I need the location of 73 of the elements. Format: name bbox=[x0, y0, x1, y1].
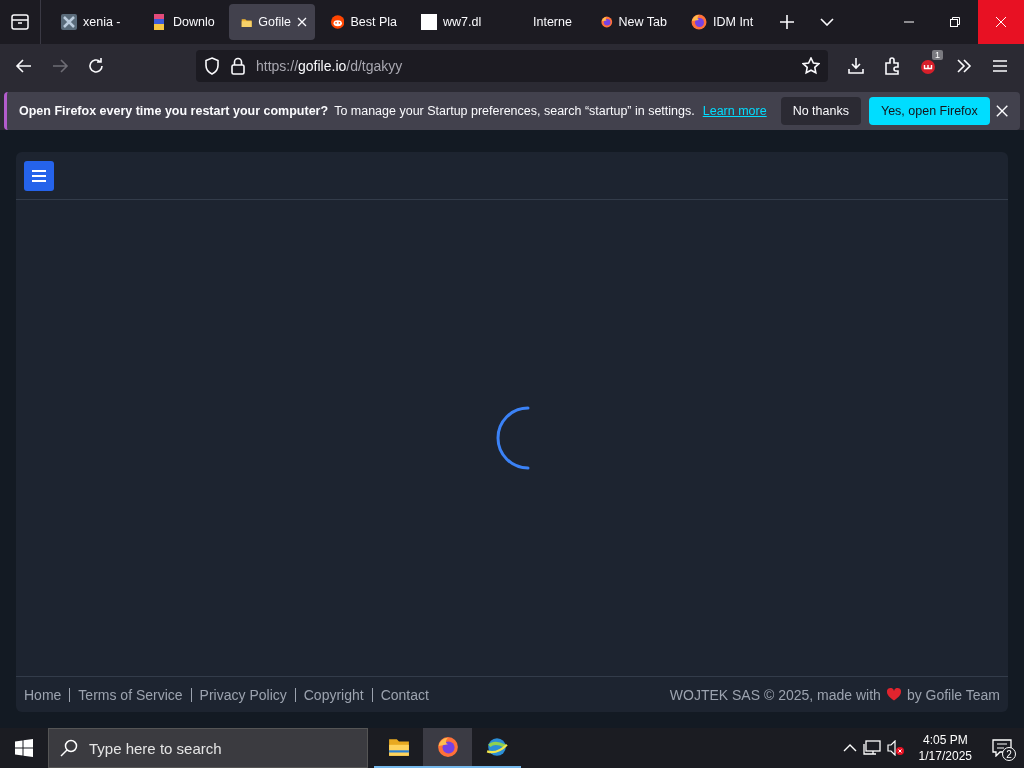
search-icon bbox=[60, 739, 78, 757]
browser-tab[interactable]: IDM Int bbox=[679, 4, 765, 40]
footer-link[interactable]: Copyright bbox=[295, 686, 372, 703]
footer-link[interactable]: Privacy Policy bbox=[191, 686, 295, 703]
close-icon[interactable] bbox=[995, 104, 1008, 118]
plus-icon[interactable] bbox=[780, 15, 794, 29]
notification-count: 2 bbox=[1002, 747, 1016, 761]
chevron-up-icon[interactable] bbox=[842, 744, 857, 752]
menu-button[interactable] bbox=[24, 160, 54, 191]
tab-title: New Tab bbox=[618, 15, 667, 29]
back-arrow-icon[interactable] bbox=[15, 57, 33, 75]
folder-icon bbox=[387, 736, 410, 758]
shield-extension-icon[interactable] bbox=[919, 57, 937, 75]
open-firefox-button[interactable]: Yes, open Firefox bbox=[868, 97, 990, 125]
chevron-down-icon[interactable] bbox=[820, 18, 834, 26]
browser-logo-icon bbox=[436, 736, 459, 758]
network-icon[interactable] bbox=[862, 740, 881, 756]
x-logo-icon bbox=[61, 14, 77, 30]
tab-title: IDM Int bbox=[713, 15, 754, 29]
url-text: https://gofile.io/d/tgakyy bbox=[256, 58, 403, 74]
tab-title: Best Pla bbox=[350, 15, 397, 29]
globe-icon bbox=[485, 736, 508, 758]
windows-logo-icon[interactable] bbox=[15, 739, 33, 757]
browser-logo-icon bbox=[601, 14, 613, 30]
address-bar[interactable]: https://gofile.io/d/tgakyy bbox=[196, 50, 828, 82]
browser-tab[interactable]: Best Pla bbox=[319, 4, 405, 40]
browser-tab[interactable]: Gofile bbox=[229, 4, 315, 40]
footer-link[interactable]: Contact bbox=[372, 686, 437, 703]
tab-list-icon[interactable] bbox=[11, 14, 29, 30]
shield-icon[interactable] bbox=[204, 57, 220, 75]
tab-title: Downlo bbox=[173, 15, 215, 29]
browser-tab[interactable]: New Tab bbox=[589, 4, 675, 40]
browser-tab[interactable]: xenia - bbox=[49, 4, 135, 40]
learn-more-link[interactable]: Learn more bbox=[702, 104, 767, 118]
close-icon[interactable] bbox=[996, 17, 1006, 27]
blank-page-icon bbox=[421, 14, 437, 30]
browser-tab[interactable]: Downlo bbox=[139, 4, 225, 40]
download-icon[interactable] bbox=[847, 57, 865, 75]
tab-title: xenia - bbox=[83, 15, 121, 29]
menu-icon[interactable] bbox=[991, 57, 1009, 75]
clock-time[interactable]: 4:05 PM bbox=[922, 732, 968, 748]
browser-tab[interactable]: Interne bbox=[499, 4, 585, 40]
tab-title: ww7.dl bbox=[443, 15, 482, 29]
reload-icon[interactable] bbox=[87, 57, 105, 75]
heart-icon bbox=[886, 688, 901, 701]
notification-text: To manage your Startup preferences, search “startup” in settings. bbox=[334, 104, 695, 118]
footer-link[interactable]: Terms of Service bbox=[70, 686, 191, 703]
clock-date[interactable]: 1/17/2025 bbox=[918, 748, 972, 764]
alien-icon bbox=[331, 14, 345, 30]
menu-icon bbox=[32, 169, 46, 182]
close-icon[interactable] bbox=[297, 17, 307, 27]
notification-center-icon[interactable] bbox=[992, 739, 1012, 757]
no-thanks-button[interactable]: No thanks bbox=[780, 97, 861, 125]
browser-tab[interactable]: ww7.dl bbox=[409, 4, 495, 40]
browser-logo-icon bbox=[691, 14, 707, 30]
search-field[interactable]: Type here to search bbox=[48, 728, 368, 768]
puzzle-piece-icon[interactable] bbox=[883, 57, 901, 75]
notification-title: Open Firefox every time you restart your computer? bbox=[19, 104, 329, 118]
forward-arrow-icon[interactable] bbox=[51, 57, 69, 75]
tab-title: Gofile bbox=[258, 15, 291, 29]
stacked-blocks-icon bbox=[151, 14, 167, 30]
speaker-muted-icon[interactable] bbox=[886, 740, 905, 756]
taskbar-app[interactable] bbox=[423, 728, 472, 768]
extension-badge: 1 bbox=[932, 50, 943, 60]
star-icon[interactable] bbox=[802, 57, 820, 75]
chevron-right-double-icon[interactable] bbox=[955, 57, 973, 75]
credit-text: by Gofile Team bbox=[906, 686, 1000, 703]
restore-icon[interactable] bbox=[950, 17, 960, 27]
loading-spinner bbox=[494, 406, 530, 470]
lock-icon[interactable] bbox=[230, 57, 246, 75]
footer-link[interactable]: Home bbox=[24, 686, 70, 703]
credit-text: WOJTEK SAS © 2025, made with bbox=[669, 686, 881, 703]
tab-title: Interne bbox=[533, 15, 572, 29]
